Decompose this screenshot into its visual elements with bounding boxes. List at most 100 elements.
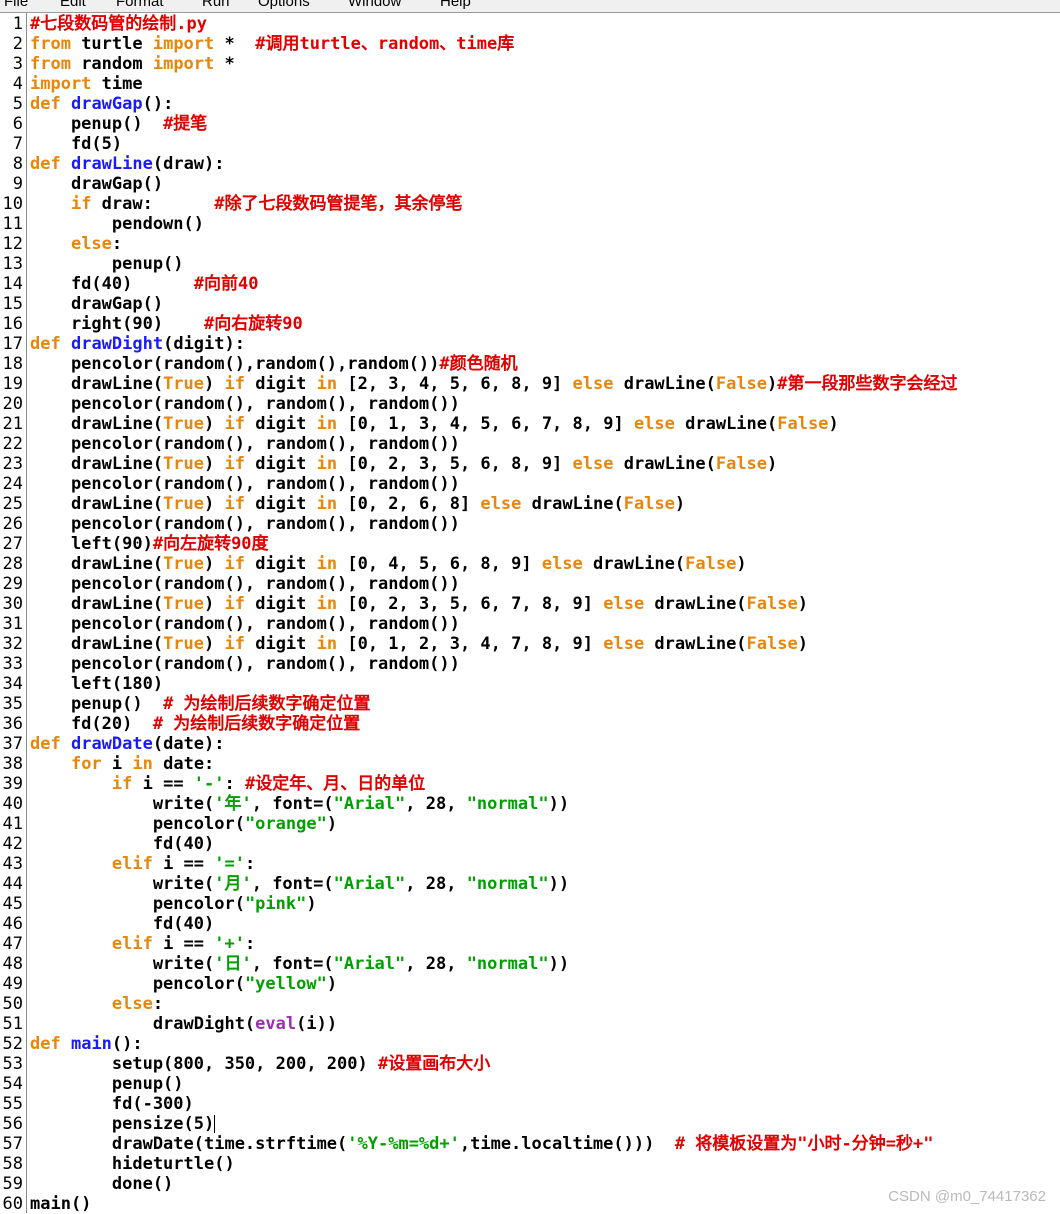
code-line[interactable]: drawLine(True) if digit in [0, 1, 2, 3, …: [30, 634, 808, 654]
menu-file[interactable]: File: [4, 0, 28, 10]
code-line[interactable]: import time: [30, 74, 143, 94]
code-line[interactable]: main(): [30, 1194, 91, 1214]
code-line[interactable]: drawDight(eval(i)): [30, 1014, 337, 1034]
code-line[interactable]: drawLine(True) if digit in [0, 4, 5, 6, …: [30, 554, 747, 574]
code-token: drawLine(: [30, 374, 164, 394]
code-token: )): [548, 794, 570, 814]
code-token: else: [541, 554, 583, 574]
code-token: if: [224, 494, 245, 514]
line-number: 41: [2, 814, 23, 834]
code-line[interactable]: pencolor(random(), random(), random()): [30, 574, 460, 594]
code-line[interactable]: def drawLine(draw):: [30, 154, 225, 174]
code-token: ): [204, 554, 225, 574]
code-line[interactable]: drawLine(True) if digit in [0, 2, 6, 8] …: [30, 494, 685, 514]
menu-edit[interactable]: Edit: [60, 0, 86, 10]
code-line[interactable]: elif i == '+':: [30, 934, 255, 954]
code-line[interactable]: right(90) #向右旋转90: [30, 314, 303, 334]
code-line[interactable]: left(90)#向左旋转90度: [30, 534, 269, 554]
line-number: 46: [2, 914, 23, 934]
code-line[interactable]: done(): [30, 1174, 173, 1194]
code-line[interactable]: drawLine(True) if digit in [0, 2, 3, 5, …: [30, 454, 777, 474]
line-number: 32: [2, 634, 23, 654]
code-line[interactable]: pendown(): [30, 214, 204, 234]
code-token: main(): [30, 1194, 92, 1214]
code-line[interactable]: from turtle import * #调用turtle、random、ti…: [30, 34, 514, 54]
code-line[interactable]: write('月', font=("Arial", 28, "normal")): [30, 874, 569, 894]
code-token: ): [204, 594, 225, 614]
code-line[interactable]: for i in date:: [30, 754, 214, 774]
code-token: drawLine(: [30, 454, 164, 474]
code-line[interactable]: write('年', font=("Arial", 28, "normal")): [30, 794, 569, 814]
code-token: "orange": [244, 814, 327, 834]
code-line[interactable]: fd(5): [30, 134, 122, 154]
code-token: )): [548, 874, 570, 894]
code-line[interactable]: if i == '-': #设定年、月、日的单位: [30, 774, 425, 794]
code-line[interactable]: drawDate(time.strftime('%Y-%m=%d+',time.…: [30, 1134, 934, 1154]
code-line[interactable]: pencolor(random(),random(),random())#颜色随…: [30, 354, 518, 374]
code-line[interactable]: def drawDate(date):: [30, 734, 225, 754]
menu-options[interactable]: Options: [258, 0, 310, 10]
code-line[interactable]: elif i == '=':: [30, 854, 255, 874]
code-line[interactable]: fd(40) #向前40: [30, 274, 259, 294]
code-line[interactable]: hideturtle(): [30, 1154, 235, 1174]
code-line[interactable]: fd(20) # 为绘制后续数字确定位置: [30, 714, 360, 734]
menu-help[interactable]: Help: [440, 0, 471, 10]
code-line[interactable]: pencolor(random(), random(), random()): [30, 514, 460, 534]
code-token: pensize(5): [30, 1114, 215, 1134]
code-line[interactable]: left(180): [30, 674, 163, 694]
line-number: 33: [2, 654, 23, 674]
code-line[interactable]: penup() # 为绘制后续数字确定位置: [30, 694, 371, 714]
code-line[interactable]: setup(800, 350, 200, 200) #设置画布大小: [30, 1054, 490, 1074]
line-number: 4: [12, 74, 23, 94]
code-line[interactable]: pencolor("orange"): [30, 814, 337, 834]
code-line[interactable]: pencolor(random(), random(), random()): [30, 614, 460, 634]
menu-run[interactable]: Run: [202, 0, 230, 10]
line-number: 43: [2, 854, 23, 874]
code-line[interactable]: penup() #提笔: [30, 114, 207, 134]
code-token: :: [224, 774, 245, 794]
code-line[interactable]: if draw: #除了七段数码管提笔，其余停笔: [30, 194, 463, 214]
code-line[interactable]: pencolor("yellow"): [30, 974, 337, 994]
code-line[interactable]: def drawGap():: [30, 94, 173, 114]
code-editor[interactable]: 1 2 3 4 5 6 7 8 9 10 11 12 13 14 15 16 17 18 19 20 21 22 23 24 2…: [0, 13, 1060, 1214]
code-line[interactable]: penup(): [30, 1074, 184, 1094]
code-line[interactable]: drawLine(True) if digit in [0, 2, 3, 5, …: [30, 594, 808, 614]
line-number: 38: [2, 754, 23, 774]
code-line[interactable]: pensize(5): [30, 1114, 216, 1134]
code-token: if: [224, 634, 245, 654]
menu-window[interactable]: Window: [348, 0, 401, 10]
code-line[interactable]: penup(): [30, 254, 184, 274]
code-line[interactable]: #七段数码管的绘制.py: [30, 14, 207, 34]
code-line[interactable]: fd(40): [30, 834, 214, 854]
code-line[interactable]: fd(-300): [30, 1094, 194, 1114]
code-line[interactable]: pencolor(random(), random(), random()): [30, 654, 460, 674]
code-line[interactable]: else:: [30, 234, 122, 254]
code-line[interactable]: drawLine(True) if digit in [2, 3, 4, 5, …: [30, 374, 958, 394]
code-line[interactable]: pencolor(random(), random(), random()): [30, 474, 460, 494]
code-token: "Arial": [333, 954, 406, 974]
code-line[interactable]: drawGap(): [30, 294, 163, 314]
code-token: pencolor(: [30, 814, 245, 834]
code-line[interactable]: pencolor("pink"): [30, 894, 317, 914]
code-token: "pink": [244, 894, 307, 914]
code-token: write(: [30, 794, 215, 814]
code-line[interactable]: write('日', font=("Arial", 28, "normal")): [30, 954, 569, 974]
code-token: in: [316, 554, 338, 574]
code-text-area[interactable]: #七段数码管的绘制.py from turtle import * #调用turt…: [30, 13, 1060, 1214]
code-line[interactable]: fd(40): [30, 914, 214, 934]
code-token: *: [214, 34, 256, 54]
code-line[interactable]: drawLine(True) if digit in [0, 1, 3, 4, …: [30, 414, 839, 434]
code-line[interactable]: pencolor(random(), random(), random()): [30, 434, 460, 454]
line-number: 55: [2, 1094, 23, 1114]
code-token: '=': [214, 854, 245, 874]
menu-format[interactable]: Format: [116, 0, 164, 10]
code-line[interactable]: else:: [30, 994, 163, 1014]
code-line[interactable]: drawGap(): [30, 174, 163, 194]
code-token: drawLine(: [644, 594, 747, 614]
code-line[interactable]: from random import *: [30, 54, 235, 74]
code-line[interactable]: pencolor(random(), random(), random()): [30, 394, 460, 414]
code-line[interactable]: def drawDight(digit):: [30, 334, 245, 354]
code-line[interactable]: def main():: [30, 1034, 143, 1054]
